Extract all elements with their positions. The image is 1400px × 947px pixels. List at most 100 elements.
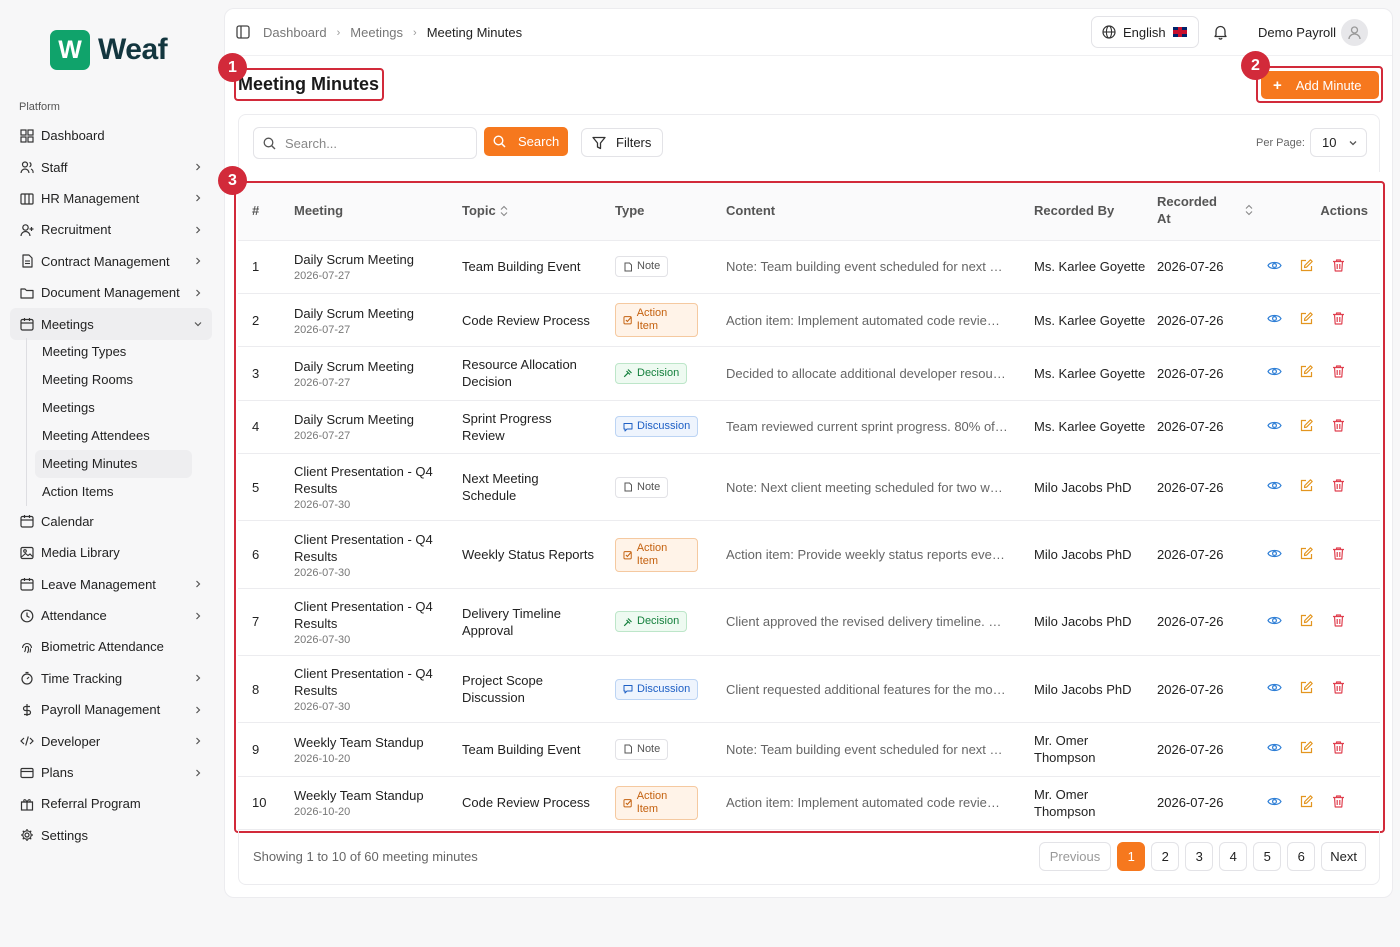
per-page-select[interactable]: 10 <box>1310 128 1367 157</box>
search-box[interactable] <box>253 127 477 159</box>
gear-icon <box>19 828 34 843</box>
pagination-page-6[interactable]: 6 <box>1287 842 1316 871</box>
annotation-box-table <box>234 181 1385 833</box>
breadcrumb: Dashboard › Meetings › Meeting Minutes <box>263 25 522 40</box>
dashboard-icon <box>19 128 34 143</box>
fingerprint-icon <box>19 639 34 654</box>
gift-icon <box>19 796 34 811</box>
breadcrumb-meetings[interactable]: Meetings <box>350 25 403 40</box>
sidebar-nav: Dashboard Staff HR Management Recruitment Co… <box>10 120 212 851</box>
sidebar-item-developer[interactable]: Developer <box>10 725 212 756</box>
brand-logo[interactable]: W Weaf <box>50 30 168 70</box>
sidebar-item-label: Dashboard <box>41 128 105 144</box>
sidebar-item-dashboard[interactable]: Dashboard <box>10 120 212 151</box>
chevron-right-icon <box>196 674 201 682</box>
sidebar-item-staff[interactable]: Staff <box>10 151 212 182</box>
breadcrumb-separator-icon: › <box>413 26 417 39</box>
image-icon <box>19 545 34 560</box>
filters-button[interactable]: Filters <box>581 128 663 157</box>
table-footer: Showing 1 to 10 of 60 meeting minutes Pr… <box>238 829 1380 885</box>
sidebar-item-referral-program[interactable]: Referral Program <box>10 788 212 819</box>
pagination-page-4[interactable]: 4 <box>1219 842 1248 871</box>
timer-icon <box>19 671 34 686</box>
logo-text: Weaf <box>98 33 168 66</box>
bell-icon[interactable] <box>1213 24 1228 40</box>
sidebar-item-biometric-attendance[interactable]: Biometric Attendance <box>10 631 212 662</box>
calendar-icon <box>19 317 34 332</box>
logo-mark: W <box>50 30 90 70</box>
sidebar-item-payroll-management[interactable]: Payroll Management <box>10 694 212 725</box>
sidebar-item-media-library[interactable]: Media Library <box>10 537 212 568</box>
main-card: Dashboard › Meetings › Meeting Minutes E… <box>218 8 1393 898</box>
search-input[interactable] <box>285 135 465 151</box>
sidebar-item-label: Leave Management <box>41 576 156 592</box>
user-plus-icon <box>19 222 34 237</box>
sidebar-item-contract-management[interactable]: Contract Management <box>10 246 212 277</box>
chevron-right-icon <box>196 195 201 202</box>
sidebar-item-plans[interactable]: Plans <box>10 757 212 788</box>
card-icon <box>19 765 34 780</box>
sidebar-subitem-meeting-types[interactable]: Meeting Types <box>35 338 192 366</box>
search-button[interactable]: Search <box>484 127 568 156</box>
sidebar-item-label: Time Tracking <box>41 670 123 686</box>
chevron-right-icon <box>196 612 201 620</box>
pagination-next-button[interactable]: Next <box>1321 842 1366 871</box>
avatar[interactable] <box>1341 19 1368 46</box>
filter-bar: Search Filters Per Page: 10 <box>238 114 1380 172</box>
search-icon <box>493 135 506 148</box>
sidebar-item-time-tracking[interactable]: Time Tracking <box>10 663 212 694</box>
chevron-right-icon <box>196 257 201 265</box>
user-name[interactable]: Demo Payroll <box>1258 25 1336 40</box>
search-icon <box>263 137 276 149</box>
sidebar-item-recruitment[interactable]: Recruitment <box>10 214 212 245</box>
language-selector[interactable]: English <box>1091 16 1199 48</box>
pagination-page-3[interactable]: 3 <box>1185 842 1214 871</box>
showing-count: Showing 1 to 10 of 60 meeting minutes <box>253 849 478 864</box>
sidebar-item-label: Media Library <box>41 545 120 561</box>
sidebar-item-label: Developer <box>41 733 101 749</box>
breadcrumb-current: Meeting Minutes <box>426 25 523 40</box>
filters-button-label: Filters <box>616 135 652 150</box>
sidebar-subitem-action-items[interactable]: Action Items <box>35 478 192 506</box>
sidebar-item-settings[interactable]: Settings <box>10 820 212 851</box>
annotation-marker-2: 2 <box>1241 51 1270 80</box>
chevron-right-icon <box>196 737 201 745</box>
breadcrumb-separator-icon: › <box>336 26 341 39</box>
uk-flag-icon <box>1172 27 1187 37</box>
chevron-right-icon <box>196 163 201 171</box>
sidebar: W Weaf Platform Dashboard Staff HR Managem… <box>0 0 222 905</box>
sidebar-item-label: Attendance <box>41 608 107 624</box>
folder-icon <box>19 285 34 300</box>
sidebar-subitem-meeting-rooms[interactable]: Meeting Rooms <box>35 366 192 394</box>
sidebar-item-document-management[interactable]: Document Management <box>10 277 212 308</box>
sidebar-item-attendance[interactable]: Attendance <box>10 600 212 631</box>
sidebar-item-calendar[interactable]: Calendar <box>10 506 212 537</box>
clock-icon <box>19 608 34 623</box>
pagination-page-2[interactable]: 2 <box>1151 842 1180 871</box>
meetings-submenu: Meeting Types Meeting Rooms Meetings Meetin… <box>26 337 212 506</box>
sidebar-item-label: Plans <box>41 765 74 781</box>
user-icon <box>1348 26 1361 40</box>
sidebar-toggle-icon[interactable] <box>236 25 250 39</box>
sidebar-subitem-meeting-minutes[interactable]: Meeting Minutes <box>35 449 192 478</box>
per-page-value: 10 <box>1322 135 1337 150</box>
calendar-icon <box>19 577 34 592</box>
breadcrumb-dashboard[interactable]: Dashboard <box>263 25 327 40</box>
annotation-box-title <box>234 68 384 101</box>
dollar-icon <box>19 702 34 717</box>
pagination-page-1[interactable]: 1 <box>1117 842 1146 871</box>
sidebar-item-label: Staff <box>41 159 68 175</box>
sidebar-item-meetings[interactable]: Meetings <box>10 308 212 340</box>
sidebar-subitem-meetings[interactable]: Meetings <box>35 394 192 422</box>
chevron-right-icon <box>196 289 201 297</box>
pagination: Previous 1 2 3 4 5 6 Next <box>1038 842 1366 871</box>
globe-icon <box>1102 25 1116 39</box>
pagination-previous-button[interactable]: Previous <box>1038 842 1112 871</box>
sidebar-item-label: HR Management <box>41 190 140 206</box>
sidebar-subitem-meeting-attendees[interactable]: Meeting Attendees <box>35 422 192 450</box>
sidebar-item-label: Biometric Attendance <box>41 639 164 655</box>
sidebar-item-leave-management[interactable]: Leave Management <box>10 569 212 600</box>
pagination-page-5[interactable]: 5 <box>1253 842 1282 871</box>
language-label: English <box>1123 24 1166 40</box>
sidebar-item-hr-management[interactable]: HR Management <box>10 183 212 214</box>
